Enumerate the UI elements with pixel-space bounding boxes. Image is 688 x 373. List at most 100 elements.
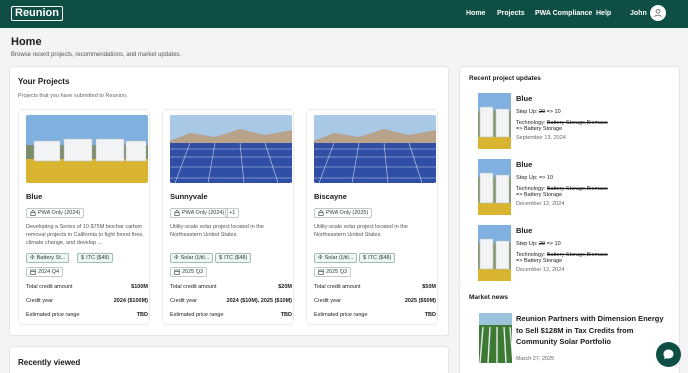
project-description: Utility-scale solar project located in t… xyxy=(170,224,264,238)
update-step-up: Step Up: => 10 xyxy=(516,175,553,181)
project-card[interactable]: Sunnyvale PWA Only (2024) +1 Utility-sca… xyxy=(162,109,294,325)
technology-tag-text: Solar (Util... xyxy=(324,255,354,261)
credit-year-row: Credit year 2024 ($10M), 2025 ($10M) xyxy=(170,298,292,304)
nav-link-projects[interactable]: Projects xyxy=(497,10,525,17)
price-range-label: Estimated price range xyxy=(314,312,368,318)
credit-amount-value: $100M xyxy=(131,284,148,290)
update-project-name: Blue xyxy=(516,94,533,103)
update-step-up: Step Up: 20 => 10 xyxy=(516,241,561,247)
step-old-value: 20 xyxy=(538,109,546,115)
tag-icon: ✣ xyxy=(30,255,35,261)
nav-link-help[interactable]: Help xyxy=(596,10,611,17)
step-label: Step Up: xyxy=(516,109,538,115)
price-range-row: Estimated price range TBD xyxy=(26,312,148,318)
update-thumbnail xyxy=(478,225,511,281)
credit-amount-label: Total credit amount xyxy=(314,284,361,290)
price-range-row: Estimated price range TBD xyxy=(314,312,436,318)
credit-year-label: Credit year xyxy=(314,298,341,304)
credit-type-tag-text: ITC ($48) xyxy=(224,255,248,261)
update-item[interactable]: Blue Step Up: 20 => 10 Technology: Batte… xyxy=(478,93,670,157)
step-new-value: => 10 xyxy=(546,109,561,115)
pwa-badge: PWA Only (2025) xyxy=(314,208,373,218)
page-subtitle: Browse recent projects, recommendations,… xyxy=(11,52,182,58)
project-name[interactable]: Sunnyvale xyxy=(170,192,208,201)
news-date: March 27, 2025 xyxy=(516,356,555,362)
technology-tag-text: Battery St... xyxy=(36,255,66,261)
update-item[interactable]: Blue Step Up: => 10 Technology: Battery … xyxy=(478,159,670,223)
update-thumbnail xyxy=(478,93,511,149)
your-projects-title: Your Projects xyxy=(18,77,70,86)
nav-link-home[interactable]: Home xyxy=(466,10,485,17)
update-project-name: Blue xyxy=(516,226,533,235)
date-tag: 2025 Q3 xyxy=(170,267,208,277)
extra-count-badge[interactable]: +1 xyxy=(225,208,240,218)
credit-type-tag-text: ITC ($48) xyxy=(368,255,392,261)
project-description: Utility-scale solar project located in t… xyxy=(314,224,408,238)
project-thumbnail xyxy=(26,115,148,183)
credit-amount-value: $20M xyxy=(278,284,292,290)
update-date: December 12, 2024 xyxy=(516,267,565,273)
credit-year-row: Credit year 2025 ($50M) xyxy=(314,298,436,304)
credit-year-label: Credit year xyxy=(170,298,197,304)
project-thumbnail xyxy=(314,115,436,183)
credit-amount-label: Total credit amount xyxy=(170,284,217,290)
user-name[interactable]: John xyxy=(630,10,647,17)
technology-new-value: => Battery Storage xyxy=(516,258,563,264)
nav-link-pwa-compliance[interactable]: PWA Compliance xyxy=(535,10,592,17)
dollar-icon: $ xyxy=(219,255,223,261)
pwa-text: PWA Only (2025) xyxy=(326,210,369,216)
technology-tag: ✣ Solar (Util... xyxy=(170,253,214,263)
credit-amount-label: Total credit amount xyxy=(26,284,73,290)
project-card[interactable]: Blue PWA Only (2024) Developing a Series… xyxy=(18,109,150,325)
pwa-badge: PWA Only (2024) xyxy=(26,208,85,218)
credit-amount-row: Total credit amount $50M xyxy=(314,284,436,290)
update-technology: Technology: Battery Storage,Biomass => Ba… xyxy=(516,186,608,200)
updates-title: Recent project updates xyxy=(469,75,541,82)
price-range-value: TBD xyxy=(136,312,148,318)
technology-new-value: => Battery Storage xyxy=(516,126,563,132)
price-range-value: TBD xyxy=(424,312,436,318)
update-thumbnail xyxy=(478,159,511,215)
credit-year-value: 2024 ($10M), 2025 ($10M) xyxy=(226,298,292,304)
credit-type-tag: $ ITC ($48) xyxy=(215,253,252,263)
credit-amount-value: $50M xyxy=(422,284,436,290)
your-projects-subtitle: Projects that you have submitted to Reun… xyxy=(18,93,128,99)
update-item[interactable]: Blue Step Up: 20 => 10 Technology: Batte… xyxy=(478,225,670,289)
date-tag-text: 2025 Q3 xyxy=(182,269,204,275)
recently-viewed-title: Recently viewed xyxy=(18,358,81,367)
chat-button[interactable] xyxy=(656,342,681,367)
project-name[interactable]: Blue xyxy=(26,192,42,201)
project-thumbnail xyxy=(170,115,292,183)
date-tag-text: 2024 Q4 xyxy=(38,269,60,275)
project-name[interactable]: Biscayne xyxy=(314,192,347,201)
price-range-row: Estimated price range TBD xyxy=(170,312,292,318)
calendar-icon xyxy=(318,269,324,275)
credit-year-label: Credit year xyxy=(26,298,53,304)
tag-icon: ✣ xyxy=(174,255,179,261)
logo[interactable]: Reunion xyxy=(11,6,63,21)
technology-new-value: => Battery Storage xyxy=(516,192,563,198)
project-card[interactable]: Biscayne PWA Only (2025) Utility-scale s… xyxy=(306,109,438,325)
credit-year-row: Credit year 2024 ($100M) xyxy=(26,298,148,304)
technology-tag-text: Solar (Util... xyxy=(180,255,210,261)
price-range-label: Estimated price range xyxy=(170,312,224,318)
user-icon[interactable] xyxy=(650,5,666,21)
pwa-badge: PWA Only (2024) xyxy=(170,208,229,218)
top-nav: Reunion Home Projects PWA Compliance Hel… xyxy=(0,0,688,28)
pwa-text: PWA Only (2024) xyxy=(38,210,81,216)
date-tag: 2025 Q3 xyxy=(314,267,352,277)
calendar-icon xyxy=(174,269,180,275)
credit-year-value: 2024 ($100M) xyxy=(113,298,148,304)
credit-amount-row: Total credit amount $20M xyxy=(170,284,292,290)
credit-type-tag: $ ITC ($48) xyxy=(359,253,396,263)
tag-icon: ✣ xyxy=(318,255,323,261)
news-headline[interactable]: Reunion Partners with Dimension Energy t… xyxy=(516,313,668,348)
news-thumbnail[interactable] xyxy=(479,313,512,363)
technology-tag: ✣ Battery St... xyxy=(26,253,70,263)
date-tag: 2024 Q4 xyxy=(26,267,64,277)
step-label: Step Up: xyxy=(516,175,538,181)
date-tag-text: 2025 Q3 xyxy=(326,269,348,275)
update-step-up: Step Up: 20 => 10 xyxy=(516,109,561,115)
page-title: Home xyxy=(11,36,42,48)
lock-icon xyxy=(174,210,180,216)
